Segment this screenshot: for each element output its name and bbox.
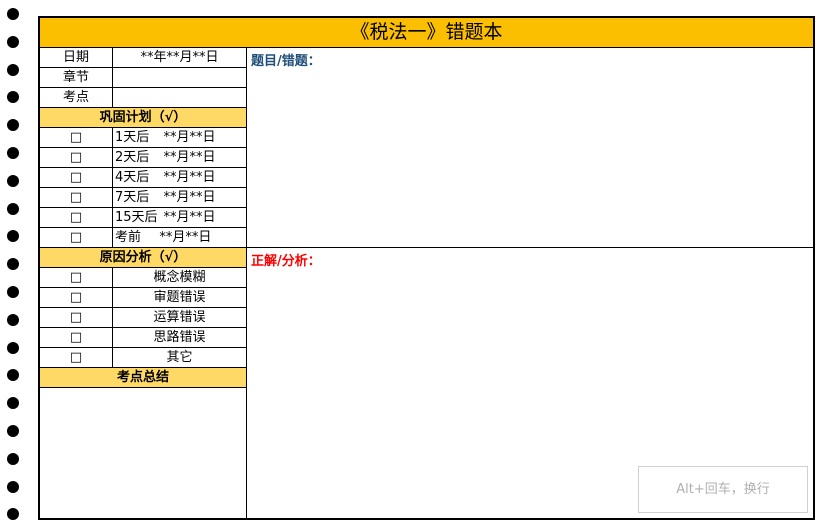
- binder-hole-icon: [7, 369, 19, 382]
- binder-hole-icon: [7, 480, 19, 493]
- reason-row: □ 概念模糊: [40, 268, 246, 288]
- binder-hole-icon: [7, 230, 19, 243]
- checkbox-icon[interactable]: □: [70, 190, 82, 205]
- reason-label: 审题错误: [153, 290, 206, 305]
- plan-date[interactable]: **月**日: [155, 170, 216, 185]
- question-label: 题目/错题：: [251, 54, 321, 69]
- reason-checkbox[interactable]: □: [40, 348, 113, 367]
- plan-cell: 7天后 **月**日: [113, 188, 246, 207]
- info-row-chapter: 章节: [40, 68, 246, 88]
- plan-checkbox[interactable]: □: [40, 208, 113, 227]
- reason-row: □ 其它: [40, 348, 246, 368]
- reason-label: 其它: [166, 350, 193, 365]
- binder-hole-icon: [7, 8, 19, 20]
- divider: [247, 247, 813, 248]
- checkbox-icon[interactable]: □: [70, 310, 82, 325]
- plan-checkbox[interactable]: □: [40, 188, 113, 207]
- plan-when: 1天后: [115, 130, 150, 145]
- info-label: 考点: [40, 88, 113, 107]
- plan-checkbox[interactable]: □: [40, 228, 113, 247]
- binder-hole-icon: [7, 341, 19, 354]
- reason-checkbox[interactable]: □: [40, 308, 113, 327]
- binder-hole-icon: [7, 91, 19, 104]
- info-row-date: 日期 **年**月**日: [40, 48, 246, 68]
- checkbox-icon[interactable]: □: [70, 170, 82, 185]
- checkbox-icon[interactable]: □: [70, 150, 82, 165]
- binder-hole-icon: [7, 119, 19, 132]
- plan-row: □ 1天后 **月**日: [40, 128, 246, 148]
- reason-checkbox[interactable]: □: [40, 288, 113, 307]
- point-cell[interactable]: [113, 88, 246, 107]
- checkbox-icon[interactable]: □: [70, 290, 82, 305]
- binder-hole-icon: [7, 313, 19, 326]
- date-cell[interactable]: **年**月**日: [113, 48, 246, 67]
- binder-hole-icon: [7, 397, 19, 410]
- plan-cell: 15天后 **月**日: [113, 208, 246, 227]
- chapter-cell[interactable]: [113, 68, 246, 87]
- reason-label: 思路错误: [153, 330, 206, 345]
- info-label: 日期: [40, 48, 113, 67]
- reason-label: 概念模糊: [153, 270, 206, 285]
- checkbox-icon[interactable]: □: [70, 230, 82, 245]
- checkbox-icon[interactable]: □: [70, 130, 82, 145]
- plan-when: 考前: [115, 230, 142, 245]
- plan-when: 7天后: [115, 190, 150, 205]
- reason-row: □ 运算错误: [40, 308, 246, 328]
- sheet-title: 《税法一》错题本: [40, 18, 813, 48]
- binder-hole-icon: [7, 147, 19, 159]
- answer-label: 正解/分析：: [251, 254, 321, 269]
- reason-checkbox[interactable]: □: [40, 268, 113, 287]
- plan-date[interactable]: **月**日: [147, 230, 211, 245]
- plan-row: □ 7天后 **月**日: [40, 188, 246, 208]
- binder-hole-icon: [7, 174, 19, 187]
- info-row-point: 考点: [40, 88, 246, 108]
- error-notebook-sheet: 《税法一》错题本 日期 **年**月**日 章节 考点 巩固计划（√） □ 1天…: [38, 16, 815, 520]
- reason-row: □ 思路错误: [40, 328, 246, 348]
- plan-row: □ 2天后 **月**日: [40, 148, 246, 168]
- reason-checkbox[interactable]: □: [40, 328, 113, 347]
- reason-row: □ 审题错误: [40, 288, 246, 308]
- summary-header: 考点总结: [40, 368, 246, 388]
- reason-header: 原因分析（√）: [40, 248, 246, 268]
- plan-date[interactable]: **月**日: [164, 210, 216, 225]
- binder-hole-icon: [7, 425, 19, 437]
- plan-when: 15天后: [115, 210, 158, 225]
- plan-row: □ 15天后 **月**日: [40, 208, 246, 228]
- binder-hole-icon: [7, 63, 19, 76]
- plan-checkbox[interactable]: □: [40, 128, 113, 147]
- plan-checkbox[interactable]: □: [40, 168, 113, 187]
- plan-date[interactable]: **月**日: [155, 190, 216, 205]
- plan-cell: 2天后 **月**日: [113, 148, 246, 167]
- plan-cell: 4天后 **月**日: [113, 168, 246, 187]
- plan-cell: 考前 **月**日: [113, 228, 246, 247]
- plan-header: 巩固计划（√）: [40, 108, 246, 128]
- checkbox-icon[interactable]: □: [70, 330, 82, 345]
- input-tooltip: Alt+回车，换行: [638, 466, 808, 513]
- checkbox-icon[interactable]: □: [70, 210, 82, 225]
- binder-hole-icon: [7, 452, 19, 465]
- plan-date[interactable]: **月**日: [155, 150, 216, 165]
- binder-hole-icon: [7, 286, 19, 298]
- plan-row: □ 4天后 **月**日: [40, 168, 246, 188]
- plan-when: 2天后: [115, 150, 150, 165]
- checkbox-icon[interactable]: □: [70, 350, 82, 365]
- plan-when: 4天后: [115, 170, 150, 185]
- binder-hole-icon: [7, 35, 19, 48]
- checkbox-icon[interactable]: □: [70, 270, 82, 285]
- plan-checkbox[interactable]: □: [40, 148, 113, 167]
- binder-hole-icon: [7, 202, 19, 215]
- binder-hole-icon: [7, 508, 19, 521]
- plan-row: □ 考前 **月**日: [40, 228, 246, 248]
- binder-hole-icon: [7, 258, 19, 271]
- plan-date[interactable]: **月**日: [155, 130, 216, 145]
- reason-label: 运算错误: [153, 310, 206, 325]
- left-panel: 日期 **年**月**日 章节 考点 巩固计划（√） □ 1天后 **月**日 …: [40, 48, 247, 518]
- info-label: 章节: [40, 68, 113, 87]
- plan-cell: 1天后 **月**日: [113, 128, 246, 147]
